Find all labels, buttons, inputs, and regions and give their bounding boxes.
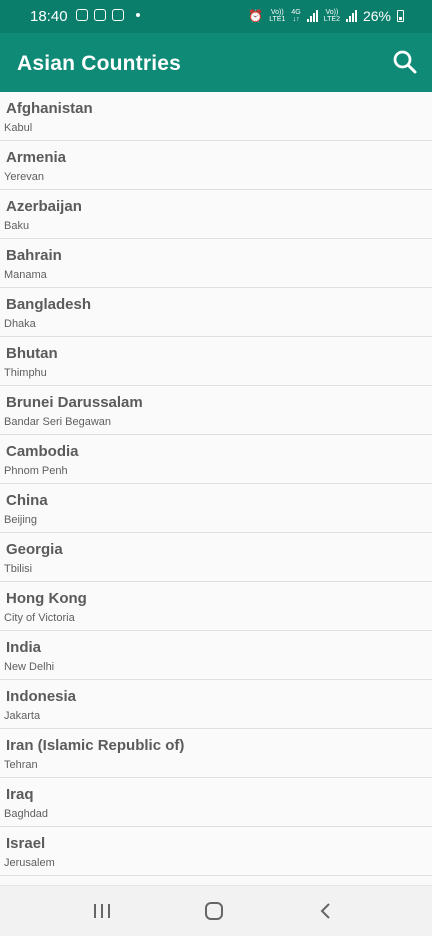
search-icon bbox=[393, 50, 417, 74]
country-name: Georgia bbox=[6, 541, 63, 558]
capital-name: Tbilisi bbox=[4, 563, 33, 575]
capital-name: Thimphu bbox=[4, 367, 47, 379]
country-name: Bahrain bbox=[6, 247, 62, 264]
alarm-icon: ⏰ bbox=[248, 9, 264, 23]
capital-name: Tehran bbox=[4, 759, 38, 771]
list-item[interactable]: Azerbaijan Baku bbox=[0, 190, 432, 239]
country-name: Hong Kong bbox=[6, 590, 87, 607]
list-item[interactable]: Iraq Baghdad bbox=[0, 778, 432, 827]
capital-name: Manama bbox=[4, 269, 47, 281]
capital-name: Bandar Seri Begawan bbox=[4, 416, 112, 428]
instagram-icon bbox=[76, 9, 88, 21]
gallery-icon bbox=[112, 9, 124, 21]
list-item[interactable]: Hong Kong City of Victoria bbox=[0, 582, 432, 631]
country-name: Iraq bbox=[6, 786, 34, 803]
list-item[interactable]: Afghanistan Kabul bbox=[0, 92, 432, 141]
list-item[interactable]: Armenia Yerevan bbox=[0, 141, 432, 190]
recents-icon bbox=[94, 904, 110, 918]
list-item[interactable]: China Beijing bbox=[0, 484, 432, 533]
country-name: Azerbaijan bbox=[6, 198, 82, 215]
back-button[interactable] bbox=[314, 900, 338, 922]
list-item[interactable]: Bahrain Manama bbox=[0, 239, 432, 288]
country-name: Bhutan bbox=[6, 345, 58, 362]
back-icon bbox=[320, 903, 330, 919]
list-item[interactable]: Georgia Tbilisi bbox=[0, 533, 432, 582]
list-item[interactable]: Bangladesh Dhaka bbox=[0, 288, 432, 337]
app-bar: Asian Countries bbox=[0, 33, 432, 92]
capital-name: Jerusalem bbox=[4, 857, 55, 869]
country-name: China bbox=[6, 492, 48, 509]
country-name: India bbox=[6, 639, 42, 656]
country-name: Cambodia bbox=[6, 443, 79, 460]
capital-name: Baghdad bbox=[4, 808, 49, 820]
capital-name: Yerevan bbox=[4, 171, 44, 183]
home-icon bbox=[205, 902, 223, 920]
list-item[interactable]: Brunei Darussalam Bandar Seri Begawan bbox=[0, 386, 432, 435]
battery-icon bbox=[397, 10, 404, 22]
status-time: 18:40 bbox=[30, 8, 68, 25]
network-indicator-2: 4G ↓↑ bbox=[291, 9, 301, 23]
list-item[interactable]: Bhutan Thimphu bbox=[0, 337, 432, 386]
list-item[interactable]: Iran (Islamic Republic of) Tehran bbox=[0, 729, 432, 778]
list-item[interactable]: Cambodia Phnom Penh bbox=[0, 435, 432, 484]
system-navigation-bar bbox=[0, 885, 432, 936]
app-grid-icon bbox=[94, 9, 106, 21]
capital-name: Dhaka bbox=[4, 318, 36, 330]
capital-name: City of Victoria bbox=[4, 612, 75, 624]
country-name: Israel bbox=[6, 835, 46, 852]
network-indicator-3: Vo)) LTE2 bbox=[323, 9, 340, 23]
country-name: Indonesia bbox=[6, 688, 77, 705]
capital-name: Jakarta bbox=[4, 710, 41, 722]
capital-name: Kabul bbox=[4, 122, 33, 134]
home-button[interactable] bbox=[202, 900, 226, 922]
recents-button[interactable] bbox=[90, 900, 114, 922]
country-name: Iran (Islamic Republic of) bbox=[6, 737, 185, 754]
country-list[interactable]: Afghanistan Kabul Armenia Yerevan Azerbaij… bbox=[0, 92, 432, 886]
country-name: Armenia bbox=[6, 149, 67, 166]
country-name: Afghanistan bbox=[6, 100, 93, 117]
list-item[interactable]: Israel Jerusalem bbox=[0, 827, 432, 876]
capital-name: Baku bbox=[4, 220, 30, 232]
page-title: Asian Countries bbox=[17, 52, 182, 75]
capital-name: Phnom Penh bbox=[4, 465, 68, 477]
signal-icon bbox=[306, 10, 318, 22]
battery-percent: 26% bbox=[362, 8, 391, 24]
country-name: Bangladesh bbox=[6, 296, 92, 313]
search-button[interactable] bbox=[390, 47, 420, 77]
list-item[interactable]: Indonesia Jakarta bbox=[0, 680, 432, 729]
status-bar: 18:40 ⏰ Vo)) LTE1 4G ↓↑ Vo)) LTE2 26% bbox=[0, 0, 432, 33]
network-indicator-1: Vo)) LTE1 bbox=[269, 9, 286, 23]
capital-name: Beijing bbox=[4, 514, 38, 526]
capital-name: New Delhi bbox=[4, 661, 55, 673]
more-notifications-icon bbox=[136, 13, 140, 17]
signal-icon bbox=[345, 10, 357, 22]
country-name: Brunei Darussalam bbox=[6, 394, 143, 411]
list-item[interactable]: India New Delhi bbox=[0, 631, 432, 680]
